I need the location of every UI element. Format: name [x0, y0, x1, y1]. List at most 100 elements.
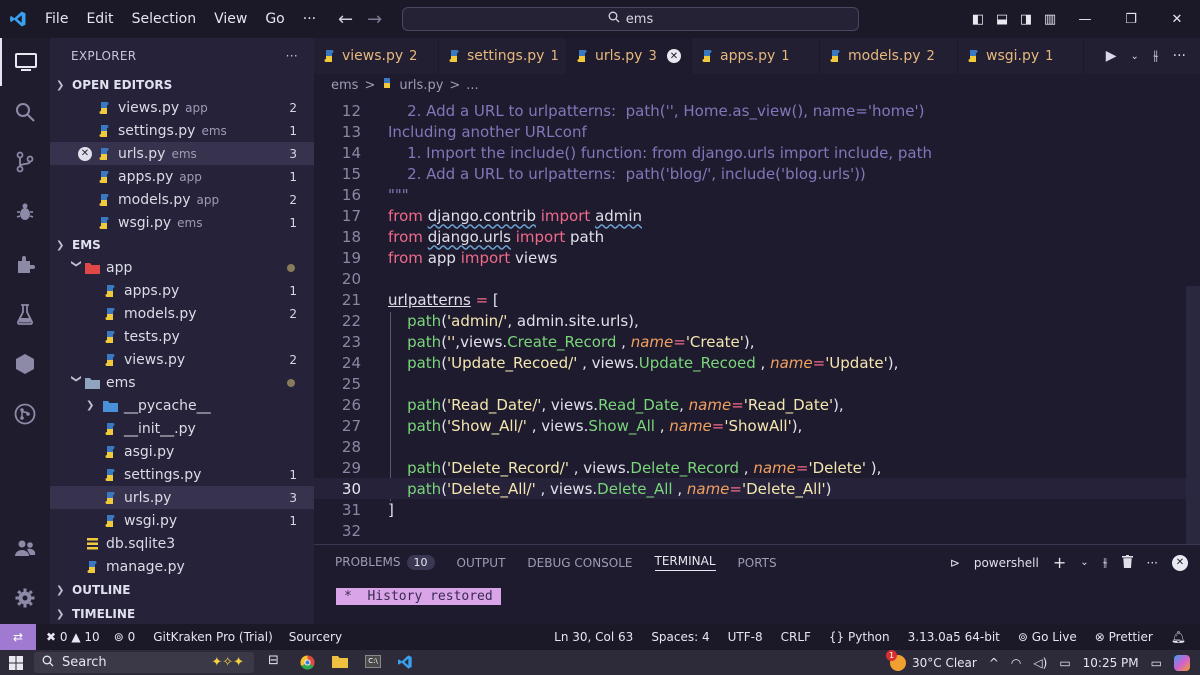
open-editor-item[interactable]: ✕ urls.py ems 3	[50, 142, 314, 165]
windows-start-icon[interactable]	[9, 656, 23, 674]
editor-more-icon[interactable]: ···	[1173, 48, 1186, 64]
extensions-icon[interactable]	[0, 240, 50, 288]
open-editor-item[interactable]: apps.py app 1	[50, 165, 314, 188]
open-editor-item[interactable]: models.py app 2	[50, 188, 314, 211]
trash-icon[interactable]	[1121, 554, 1133, 571]
source-control-icon[interactable]	[0, 138, 50, 186]
editor-scroll-thumb[interactable]	[1186, 286, 1200, 576]
file-item[interactable]: models.py 2	[50, 302, 314, 325]
file-item[interactable]: apps.py 1	[50, 279, 314, 302]
weather-widget[interactable]: 1 30°C Clear	[885, 649, 977, 671]
testing-icon[interactable]	[0, 290, 50, 338]
open-editor-item[interactable]: views.py app 2	[50, 96, 314, 119]
panel-tab-terminal[interactable]: TERMINAL	[654, 554, 716, 571]
terminal-output[interactable]: * History restored	[336, 586, 501, 606]
terminal-dropdown-icon[interactable]: ⌄	[1080, 557, 1088, 568]
file-item[interactable]: settings.py 1	[50, 463, 314, 486]
tab-views-py[interactable]: views.py 2	[314, 38, 439, 74]
panel-more-icon[interactable]: ···	[1147, 556, 1158, 570]
tab-settings-py[interactable]: settings.py 1	[439, 38, 567, 74]
tab-urls-py[interactable]: urls.py 3 ✕	[567, 38, 692, 74]
run-dropdown-chevron-icon[interactable]: ⌄	[1131, 51, 1139, 62]
run-python-icon[interactable]: ▶	[1106, 48, 1117, 64]
toggle-secondary-sidebar-icon[interactable]: ◨	[1014, 12, 1038, 27]
close-window-icon[interactable]: ✕	[1154, 12, 1200, 27]
folder-item[interactable]: ❯ app	[50, 256, 314, 279]
wifi-icon[interactable]: ◠	[1011, 656, 1021, 670]
close-tab-icon[interactable]: ✕	[667, 49, 681, 63]
ports-status[interactable]: ⊚ 0	[114, 630, 136, 644]
forward-arrow-icon[interactable]: →	[367, 9, 382, 30]
panel-tab-problems[interactable]: PROBLEMS 10	[335, 555, 435, 570]
menu-selection[interactable]: Selection	[123, 11, 206, 27]
command-center-search[interactable]: ems	[402, 7, 859, 31]
prettier-status[interactable]: ⊗ Prettier	[1095, 630, 1153, 644]
file-item[interactable]: tests.py	[50, 325, 314, 348]
file-item[interactable]: manage.py	[50, 555, 314, 578]
breadcrumb-more[interactable]: ...	[466, 78, 478, 93]
volume-icon[interactable]: ◁)	[1033, 656, 1047, 670]
language-mode[interactable]: {} Python	[829, 630, 890, 644]
outline-header[interactable]: ❯ OUTLINE	[50, 579, 314, 601]
close-editor-icon[interactable]: ✕	[78, 146, 92, 161]
clock[interactable]: 10:25 PM	[1083, 656, 1139, 670]
file-item[interactable]: wsgi.py 1	[50, 509, 314, 532]
chrome-icon[interactable]	[300, 655, 315, 674]
menu-edit[interactable]: Edit	[77, 11, 122, 27]
problems-status[interactable]: ✖ 0 ▲ 10	[46, 630, 100, 644]
python-interpreter[interactable]: 3.13.0a5 64-bit	[908, 630, 1000, 644]
open-editor-item[interactable]: wsgi.py ems 1	[50, 211, 314, 234]
menu-go[interactable]: Go	[256, 11, 293, 27]
split-editor-icon[interactable]: ⫳	[1153, 48, 1159, 64]
new-terminal-icon[interactable]: +	[1053, 553, 1066, 572]
folder-item[interactable]: ❯ __pycache__	[50, 394, 314, 417]
open-editors-header[interactable]: ❯ OPEN EDITORS	[50, 74, 314, 96]
accounts-icon[interactable]	[0, 524, 50, 572]
code-editor[interactable]: 12 2. Add a URL to urlpatterns: path('',…	[314, 96, 1200, 544]
run-debug-icon[interactable]	[0, 188, 50, 236]
file-item[interactable]: db.sqlite3	[50, 532, 314, 555]
minimize-icon[interactable]: —	[1062, 12, 1108, 27]
line-endings[interactable]: CRLF	[781, 630, 811, 644]
notification-center-icon[interactable]: ▭	[1151, 656, 1162, 670]
menu-view[interactable]: View	[205, 11, 256, 27]
file-explorer-icon[interactable]	[332, 655, 348, 672]
panel-tab-debug-console[interactable]: DEBUG CONSOLE	[527, 556, 632, 570]
back-arrow-icon[interactable]: ←	[338, 9, 353, 30]
cursor-position[interactable]: Ln 30, Col 63	[554, 630, 633, 644]
explorer-more-icon[interactable]: ···	[286, 49, 298, 63]
terminal-shell-name[interactable]: powershell	[974, 556, 1039, 570]
breadcrumb-file[interactable]: urls.py	[399, 78, 443, 93]
explorer-icon[interactable]	[0, 38, 50, 86]
customize-layout-icon[interactable]: ▥	[1038, 12, 1062, 27]
tab-models-py[interactable]: models.py 2	[820, 38, 958, 74]
file-item[interactable]: __init__.py	[50, 417, 314, 440]
timeline-header[interactable]: ❯ TIMELINE	[50, 603, 314, 625]
menu-more-icon[interactable]: ···	[294, 11, 325, 27]
task-view-icon[interactable]: ⊟	[268, 653, 279, 668]
taskbar-search[interactable]: Search ✦✧✦	[34, 652, 254, 673]
tab-wsgi-py[interactable]: wsgi.py 1	[958, 38, 1084, 74]
settings-gear-icon[interactable]	[0, 574, 50, 622]
gitkraken-status[interactable]: GitKraken Pro (Trial)	[153, 630, 273, 644]
ems-folder-header[interactable]: ❯ EMS	[50, 234, 314, 256]
go-live-status[interactable]: ⊚ Go Live	[1018, 630, 1077, 644]
sourcery-status[interactable]: Sourcery	[289, 630, 342, 644]
breadcrumb-folder[interactable]: ems	[331, 78, 358, 93]
search-view-icon[interactable]	[0, 88, 50, 136]
toggle-panel-icon[interactable]: ⬓	[990, 12, 1014, 27]
notifications-bell-icon[interactable]: 🔔︎	[1171, 630, 1186, 644]
gitkraken-icon[interactable]	[0, 390, 50, 438]
copilot-icon[interactable]	[1174, 654, 1190, 671]
split-terminal-icon[interactable]: ⫳	[1103, 555, 1108, 570]
file-item[interactable]: urls.py 3	[50, 486, 314, 509]
battery-icon[interactable]: ▭	[1059, 656, 1070, 670]
remote-indicator-icon[interactable]: ⇄	[0, 624, 36, 650]
hexagon-extension-icon[interactable]	[0, 340, 50, 388]
restore-icon[interactable]: ❐	[1108, 12, 1154, 27]
terminal-app-icon[interactable]: C:\	[365, 655, 381, 668]
panel-tab-output[interactable]: OUTPUT	[457, 556, 506, 570]
folder-item[interactable]: ❯ ems	[50, 371, 314, 394]
tab-apps-py[interactable]: apps.py 1	[692, 38, 820, 74]
vscode-taskbar-icon[interactable]	[397, 654, 413, 674]
